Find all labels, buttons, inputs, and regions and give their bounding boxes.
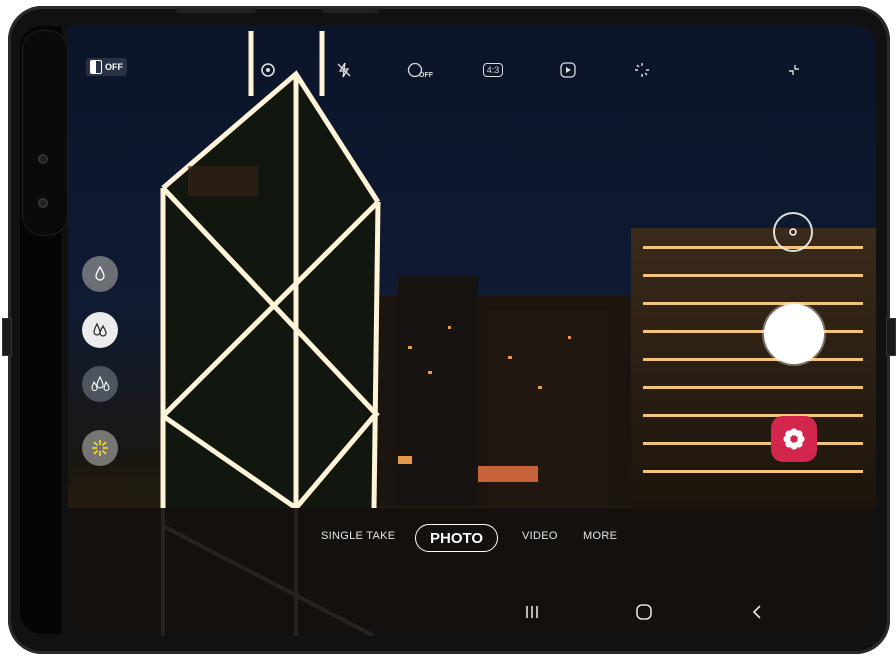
right-hinge (886, 318, 896, 356)
aspect-ratio-icon[interactable]: 4:3 (478, 56, 508, 84)
timer-off-icon[interactable]: OFF (402, 56, 438, 84)
gallery-flower-icon (783, 428, 805, 450)
settings-icon[interactable] (254, 56, 282, 84)
filter-double-drop-icon[interactable] (82, 312, 118, 348)
filter-triple-drop-icon[interactable] (82, 366, 118, 402)
aspect-ratio-label: 4:3 (482, 63, 504, 77)
mode-video[interactable]: VIDEO (522, 530, 558, 542)
gallery-button[interactable] (771, 416, 817, 462)
switch-camera-button[interactable] (773, 212, 813, 252)
camera-viewfinder[interactable]: OFF OFF 4:3 SINGLE TAKE PHOTO VIDEO MORE (68, 26, 876, 636)
front-camera-icon (38, 154, 48, 164)
motion-photo-icon[interactable] (554, 56, 582, 84)
mode-selector: SINGLE TAKE PHOTO VIDEO MORE (68, 524, 876, 554)
back-icon[interactable] (742, 600, 772, 624)
recent-apps-icon[interactable] (517, 600, 547, 624)
mode-single-take[interactable]: SINGLE TAKE (321, 530, 395, 542)
filter-drop-icon[interactable] (82, 256, 118, 292)
collapse-icon[interactable] (780, 56, 808, 84)
power-button (176, 8, 256, 13)
front-camera-icon (38, 198, 48, 208)
filter-effects-icon[interactable] (628, 56, 656, 84)
top-toolbar: OFF 4:3 (68, 56, 876, 90)
mode-more[interactable]: MORE (583, 530, 617, 542)
mode-bar: SINGLE TAKE PHOTO VIDEO MORE (68, 508, 876, 636)
mode-photo[interactable]: PHOTO (415, 524, 499, 552)
timer-off-label: OFF (419, 71, 433, 79)
home-icon[interactable] (629, 600, 659, 624)
flash-off-icon[interactable] (330, 56, 358, 84)
left-hinge (2, 318, 12, 356)
switch-camera-icon (789, 228, 797, 236)
camera-notch (22, 30, 68, 236)
volume-button (322, 8, 378, 13)
beauty-sparkle-icon[interactable] (82, 430, 118, 466)
shutter-button[interactable] (764, 304, 824, 364)
